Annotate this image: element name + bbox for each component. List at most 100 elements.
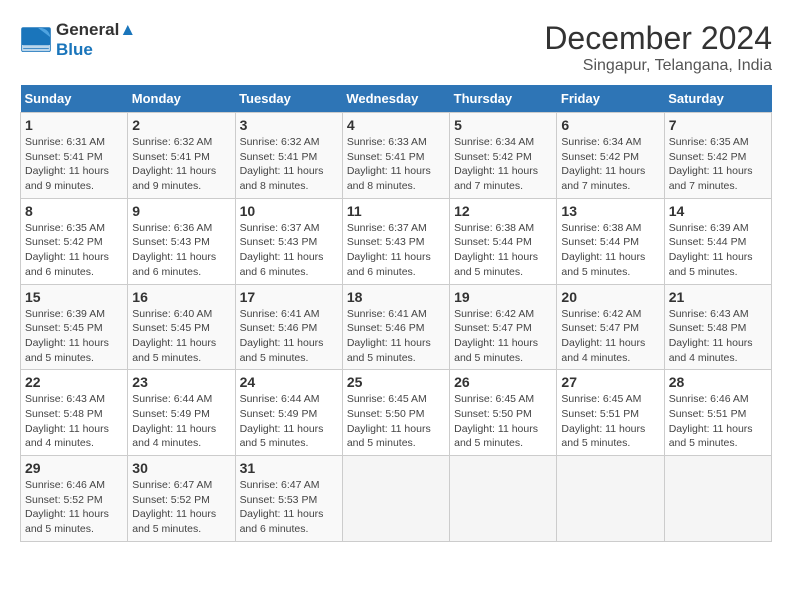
day-info: Sunrise: 6:41 AMSunset: 5:46 PMDaylight:… <box>347 307 445 366</box>
weekday-header-monday: Monday <box>128 85 235 113</box>
day-info: Sunrise: 6:38 AMSunset: 5:44 PMDaylight:… <box>454 221 552 280</box>
month-title: December 2024 <box>544 20 772 57</box>
day-info: Sunrise: 6:46 AMSunset: 5:52 PMDaylight:… <box>25 478 123 537</box>
calendar-cell: 26 Sunrise: 6:45 AMSunset: 5:50 PMDayligh… <box>450 370 557 456</box>
day-info: Sunrise: 6:33 AMSunset: 5:41 PMDaylight:… <box>347 135 445 194</box>
calendar-cell <box>342 456 449 542</box>
day-number: 2 <box>132 117 230 133</box>
day-number: 6 <box>561 117 659 133</box>
calendar-cell: 12 Sunrise: 6:38 AMSunset: 5:44 PMDayligh… <box>450 198 557 284</box>
calendar-cell: 23Sunrise: 6:44 AMSunset: 5:49 PMDayligh… <box>128 370 235 456</box>
day-number: 20 <box>561 289 659 305</box>
calendar-cell: 22 Sunrise: 6:43 AMSunset: 5:48 PMDayligh… <box>21 370 128 456</box>
calendar-cell <box>450 456 557 542</box>
day-info: Sunrise: 6:43 AMSunset: 5:48 PMDaylight:… <box>25 392 123 451</box>
day-number: 8 <box>25 203 123 219</box>
calendar-cell: 19 Sunrise: 6:42 AMSunset: 5:47 PMDayligh… <box>450 284 557 370</box>
day-number: 21 <box>669 289 767 305</box>
calendar-week-3: 15Sunrise: 6:39 AMSunset: 5:45 PMDayligh… <box>21 284 772 370</box>
calendar-cell <box>557 456 664 542</box>
day-info: Sunrise: 6:45 AMSunset: 5:50 PMDaylight:… <box>454 392 552 451</box>
page-header: General▲ Blue December 2024 Singapur, Te… <box>20 20 772 75</box>
day-number: 7 <box>669 117 767 133</box>
weekday-header-thursday: Thursday <box>450 85 557 113</box>
day-number: 27 <box>561 374 659 390</box>
day-info: Sunrise: 6:38 AMSunset: 5:44 PMDaylight:… <box>561 221 659 280</box>
day-info: Sunrise: 6:35 AMSunset: 5:42 PMDaylight:… <box>25 221 123 280</box>
day-number: 5 <box>454 117 552 133</box>
weekday-header-tuesday: Tuesday <box>235 85 342 113</box>
day-info: Sunrise: 6:32 AMSunset: 5:41 PMDaylight:… <box>132 135 230 194</box>
day-info: Sunrise: 6:37 AMSunset: 5:43 PMDaylight:… <box>240 221 338 280</box>
day-number: 13 <box>561 203 659 219</box>
day-info: Sunrise: 6:31 AMSunset: 5:41 PMDaylight:… <box>25 135 123 194</box>
day-info: Sunrise: 6:47 AMSunset: 5:52 PMDaylight:… <box>132 478 230 537</box>
day-number: 12 <box>454 203 552 219</box>
calendar-cell: 21 Sunrise: 6:43 AMSunset: 5:48 PMDayligh… <box>664 284 771 370</box>
calendar-cell: 10 Sunrise: 6:37 AMSunset: 5:43 PMDayligh… <box>235 198 342 284</box>
calendar-table: SundayMondayTuesdayWednesdayThursdayFrid… <box>20 85 772 542</box>
calendar-week-4: 22 Sunrise: 6:43 AMSunset: 5:48 PMDayligh… <box>21 370 772 456</box>
day-info: Sunrise: 6:37 AMSunset: 5:43 PMDaylight:… <box>347 221 445 280</box>
calendar-cell: 5 Sunrise: 6:34 AMSunset: 5:42 PMDaylight… <box>450 113 557 199</box>
calendar-week-1: 1Sunrise: 6:31 AMSunset: 5:41 PMDaylight… <box>21 113 772 199</box>
day-info: Sunrise: 6:42 AMSunset: 5:47 PMDaylight:… <box>454 307 552 366</box>
calendar-cell: 28 Sunrise: 6:46 AMSunset: 5:51 PMDayligh… <box>664 370 771 456</box>
day-info: Sunrise: 6:45 AMSunset: 5:50 PMDaylight:… <box>347 392 445 451</box>
day-number: 10 <box>240 203 338 219</box>
calendar-cell: 16Sunrise: 6:40 AMSunset: 5:45 PMDayligh… <box>128 284 235 370</box>
calendar-cell: 15Sunrise: 6:39 AMSunset: 5:45 PMDayligh… <box>21 284 128 370</box>
calendar-cell: 9 Sunrise: 6:36 AMSunset: 5:43 PMDaylight… <box>128 198 235 284</box>
day-info: Sunrise: 6:34 AMSunset: 5:42 PMDaylight:… <box>454 135 552 194</box>
day-number: 26 <box>454 374 552 390</box>
calendar-cell: 18 Sunrise: 6:41 AMSunset: 5:46 PMDayligh… <box>342 284 449 370</box>
day-number: 24 <box>240 374 338 390</box>
day-info: Sunrise: 6:45 AMSunset: 5:51 PMDaylight:… <box>561 392 659 451</box>
day-info: Sunrise: 6:46 AMSunset: 5:51 PMDaylight:… <box>669 392 767 451</box>
calendar-cell: 17Sunrise: 6:41 AMSunset: 5:46 PMDayligh… <box>235 284 342 370</box>
weekday-header-wednesday: Wednesday <box>342 85 449 113</box>
day-number: 22 <box>25 374 123 390</box>
calendar-cell: 3Sunrise: 6:32 AMSunset: 5:41 PMDaylight… <box>235 113 342 199</box>
location-title: Singapur, Telangana, India <box>544 57 772 75</box>
day-info: Sunrise: 6:34 AMSunset: 5:42 PMDaylight:… <box>561 135 659 194</box>
day-number: 30 <box>132 460 230 476</box>
calendar-cell: 27 Sunrise: 6:45 AMSunset: 5:51 PMDayligh… <box>557 370 664 456</box>
calendar-cell: 25 Sunrise: 6:45 AMSunset: 5:50 PMDayligh… <box>342 370 449 456</box>
calendar-cell: 29Sunrise: 6:46 AMSunset: 5:52 PMDayligh… <box>21 456 128 542</box>
day-number: 31 <box>240 460 338 476</box>
day-number: 25 <box>347 374 445 390</box>
day-info: Sunrise: 6:47 AMSunset: 5:53 PMDaylight:… <box>240 478 338 537</box>
calendar-cell: 14Sunrise: 6:39 AMSunset: 5:44 PMDayligh… <box>664 198 771 284</box>
calendar-cell: 24 Sunrise: 6:44 AMSunset: 5:49 PMDayligh… <box>235 370 342 456</box>
calendar-cell: 11 Sunrise: 6:37 AMSunset: 5:43 PMDayligh… <box>342 198 449 284</box>
day-info: Sunrise: 6:44 AMSunset: 5:49 PMDaylight:… <box>240 392 338 451</box>
logo: General▲ Blue <box>20 20 136 60</box>
calendar-cell: 13 Sunrise: 6:38 AMSunset: 5:44 PMDayligh… <box>557 198 664 284</box>
day-info: Sunrise: 6:35 AMSunset: 5:42 PMDaylight:… <box>669 135 767 194</box>
day-number: 15 <box>25 289 123 305</box>
day-number: 28 <box>669 374 767 390</box>
calendar-week-5: 29Sunrise: 6:46 AMSunset: 5:52 PMDayligh… <box>21 456 772 542</box>
day-info: Sunrise: 6:43 AMSunset: 5:48 PMDaylight:… <box>669 307 767 366</box>
calendar-cell: 1Sunrise: 6:31 AMSunset: 5:41 PMDaylight… <box>21 113 128 199</box>
calendar-cell: 8 Sunrise: 6:35 AMSunset: 5:42 PMDaylight… <box>21 198 128 284</box>
day-info: Sunrise: 6:36 AMSunset: 5:43 PMDaylight:… <box>132 221 230 280</box>
weekday-header-sunday: Sunday <box>21 85 128 113</box>
day-number: 3 <box>240 117 338 133</box>
day-number: 4 <box>347 117 445 133</box>
day-number: 9 <box>132 203 230 219</box>
calendar-cell: 30 Sunrise: 6:47 AMSunset: 5:52 PMDayligh… <box>128 456 235 542</box>
day-number: 17 <box>240 289 338 305</box>
day-number: 18 <box>347 289 445 305</box>
calendar-cell: 2 Sunrise: 6:32 AMSunset: 5:41 PMDaylight… <box>128 113 235 199</box>
calendar-cell: 20 Sunrise: 6:42 AMSunset: 5:47 PMDayligh… <box>557 284 664 370</box>
day-info: Sunrise: 6:44 AMSunset: 5:49 PMDaylight:… <box>132 392 230 451</box>
weekday-header-friday: Friday <box>557 85 664 113</box>
calendar-cell <box>664 456 771 542</box>
day-number: 19 <box>454 289 552 305</box>
day-info: Sunrise: 6:42 AMSunset: 5:47 PMDaylight:… <box>561 307 659 366</box>
day-number: 11 <box>347 203 445 219</box>
calendar-week-2: 8 Sunrise: 6:35 AMSunset: 5:42 PMDaylight… <box>21 198 772 284</box>
calendar-cell: 7 Sunrise: 6:35 AMSunset: 5:42 PMDaylight… <box>664 113 771 199</box>
